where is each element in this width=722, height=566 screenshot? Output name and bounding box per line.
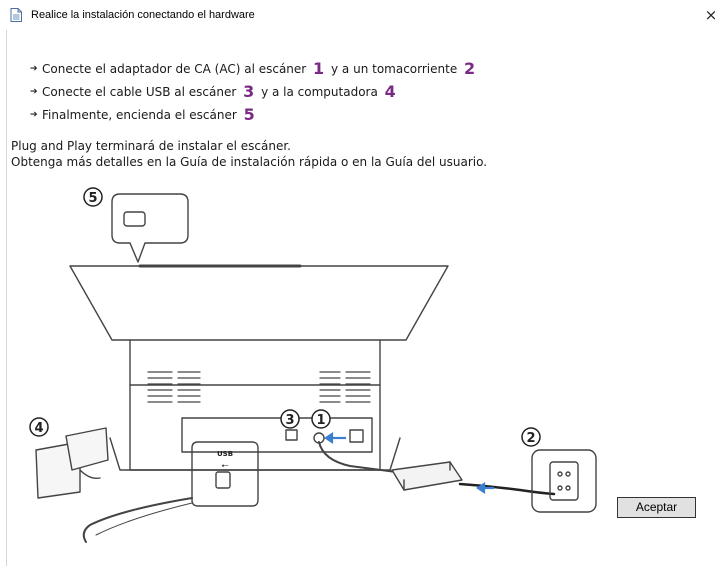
accept-button[interactable]: Aceptar (617, 497, 696, 518)
arrow-bullet-icon: ➔ (30, 109, 38, 120)
info-line-2: Obtenga más detalles en la Guía de insta… (11, 155, 488, 169)
step-number: 3 (243, 82, 255, 101)
instruction-step: ➔ Conecte el cable USB al escáner 3 y a l… (30, 80, 478, 103)
ac-adapter (391, 461, 463, 491)
scanner-lid (69, 265, 449, 341)
hardware-illustration: 5 3 1 4 2 USB ⭠ (29, 187, 597, 543)
vents-left (147, 371, 201, 403)
power-cable (318, 441, 397, 473)
power-button (123, 211, 146, 227)
title-bar: Realice la instalación conectando el har… (0, 0, 722, 30)
document-icon (10, 8, 22, 22)
arrow-bullet-icon: ➔ (30, 86, 38, 97)
instruction-step: ➔ Finalmente, encienda el escáner 5 (30, 103, 478, 126)
window-border (6, 30, 7, 566)
info-text: Plug and Play terminará de instalar el e… (11, 138, 487, 170)
callout-3-label: 3 (285, 413, 294, 428)
usb-cable (82, 497, 193, 543)
step-number: 5 (243, 105, 255, 124)
callout-5-label: 5 (88, 191, 97, 206)
callout-2-label: 2 (526, 431, 535, 446)
network-port (349, 429, 364, 443)
wall-outlet (531, 449, 597, 513)
arrow-bullet-icon: ➔ (30, 63, 38, 74)
step-text: Finalmente, encienda el escáner (42, 107, 241, 122)
step-text: Conecte el adaptador de CA (AC) al escán… (42, 61, 311, 76)
step-text: y a la computadora (257, 84, 382, 99)
window-title: Realice la instalación conectando el har… (31, 9, 255, 21)
usb-port (285, 429, 298, 441)
step-number: 2 (464, 59, 476, 78)
callout-4-label: 4 (34, 421, 43, 436)
port-panel (181, 417, 373, 453)
step-number: 1 (313, 59, 325, 78)
vents-right (319, 371, 371, 403)
info-line-1: Plug and Play terminará de instalar el e… (11, 139, 291, 153)
instruction-step: ➔ Conecte el adaptador de CA (AC) al escá… (30, 57, 478, 80)
ac-cable (458, 482, 556, 496)
step-text: Conecte el cable USB al escáner (42, 84, 241, 99)
step-number: 4 (384, 82, 396, 101)
step-text: y a un tomacorriente (327, 61, 462, 76)
callout-1-label: 1 (316, 413, 325, 428)
close-icon[interactable]: × (700, 4, 722, 26)
usb-symbol: ⭠ (221, 461, 228, 471)
computer-monitor (65, 427, 109, 471)
scanner-body (129, 339, 381, 471)
usb-label: USB (217, 450, 233, 458)
instruction-list: ➔ Conecte el adaptador de CA (AC) al escá… (30, 57, 478, 126)
power-bubble (111, 193, 189, 263)
